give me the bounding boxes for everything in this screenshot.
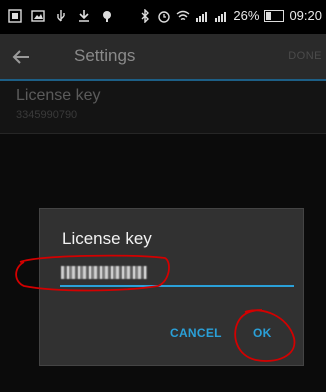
redacted-license-text	[61, 266, 147, 279]
preference-value: 3345990790	[16, 109, 78, 121]
bluetooth-icon	[141, 9, 150, 23]
status-right-icons: 26% 09:20	[138, 9, 322, 23]
ok-button[interactable]: OK	[253, 326, 272, 340]
usb-icon	[57, 10, 65, 22]
back-arrow-icon[interactable]	[10, 46, 32, 68]
license-key-preference[interactable]: License key 3345990790	[0, 81, 326, 134]
status-left-icons	[8, 9, 114, 23]
license-key-dialog: License key CANCEL OK	[39, 208, 304, 366]
cancel-button[interactable]: CANCEL	[170, 326, 222, 340]
signal-icon-1	[196, 12, 208, 22]
battery-icon	[264, 10, 285, 22]
done-button[interactable]: DONE	[288, 50, 322, 62]
wifi-icon	[176, 10, 190, 21]
alarm-icon	[158, 11, 171, 23]
clock: 09:20	[289, 8, 322, 23]
status-bar: 26% 09:20	[0, 0, 326, 34]
app-bar: Settings DONE	[0, 34, 326, 80]
preference-title: License key	[16, 87, 101, 104]
battery-percent: 26%	[233, 8, 260, 23]
signal-icon-2	[215, 12, 227, 22]
android-notification-icon	[103, 11, 111, 22]
dialog-title: License key	[62, 229, 152, 248]
download-icon	[79, 10, 89, 22]
page-title: Settings	[74, 46, 136, 65]
screenshot-icon	[8, 9, 22, 23]
gallery-icon	[31, 10, 45, 22]
